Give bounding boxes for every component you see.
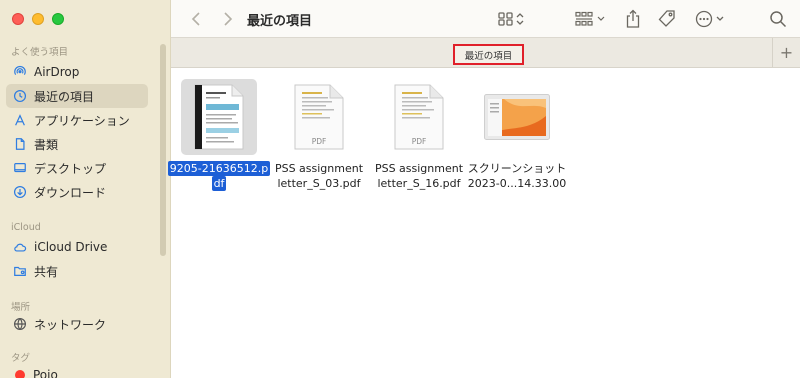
sidebar-scrollbar[interactable] [160, 44, 166, 256]
forward-button[interactable] [219, 10, 237, 28]
sidebar-item-label: ダウンロード [34, 185, 107, 200]
sidebar-item-label: 共有 [34, 264, 59, 279]
tag-button[interactable] [657, 9, 677, 29]
sidebar-item-documents[interactable]: 書類 [6, 132, 148, 156]
sidebar-item-label: 最近の項目 [34, 89, 95, 104]
view-mode-button[interactable] [498, 9, 526, 29]
tab-bar: 最近の項目 + [171, 37, 800, 68]
file-name[interactable]: スクリーンショット 2023-0...14.33.00 [465, 161, 569, 191]
back-button[interactable] [187, 10, 205, 28]
toolbar: 最近の項目 [171, 0, 800, 37]
sidebar-item-label: 書類 [34, 137, 59, 152]
file-thumbnail [479, 79, 555, 155]
minimize-button[interactable] [32, 13, 44, 25]
file-name-line1: 9205-21636512.p [167, 161, 271, 176]
file-name-line2: letter_S_03.pdf [277, 177, 361, 190]
finder-window: よく使う項目 AirDrop 最近の項目 アプリケーション 書類 デスクトップ … [0, 0, 800, 378]
sidebar-item-label: ネットワーク [34, 317, 107, 332]
main-area: 最近の項目 最近の項目 + 9205-21636512.p df PSS ass… [167, 0, 800, 378]
file-name-line2: 2023-0...14.33.00 [467, 177, 567, 190]
window-controls [12, 13, 64, 25]
file-item[interactable]: PSS assignment letter_S_16.pdf [367, 79, 471, 191]
file-item[interactable]: PSS assignment letter_S_03.pdf [267, 79, 371, 191]
pdf-preview-icon [194, 84, 244, 150]
tag-icon [658, 10, 675, 27]
section-icloud: iCloud [11, 222, 41, 233]
file-item[interactable]: スクリーンショット 2023-0...14.33.00 [465, 79, 569, 191]
clock-icon [12, 88, 28, 104]
document-icon [12, 136, 28, 152]
file-name-line1: PSS assignment [374, 162, 464, 175]
pdf-badge: PDF [411, 137, 427, 146]
file-name[interactable]: PSS assignment letter_S_03.pdf [267, 161, 371, 191]
sidebar-item-icloud-drive[interactable]: iCloud Drive [6, 235, 148, 259]
group-by-button[interactable] [575, 9, 607, 29]
desktop-icon [12, 160, 28, 176]
sidebar-item-desktop[interactable]: デスクトップ [6, 156, 148, 180]
sidebar-item-label: デスクトップ [34, 161, 107, 176]
shared-folder-icon [12, 263, 28, 279]
sidebar-item-label: Pojo [33, 368, 58, 378]
sidebar-item-shared[interactable]: 共有 [6, 259, 148, 283]
share-button[interactable] [625, 9, 641, 29]
new-tab-button[interactable]: + [772, 38, 800, 67]
sidebar-item-label: AirDrop [34, 65, 80, 79]
sidebar-item-recents[interactable]: 最近の項目 [6, 84, 148, 108]
sidebar-item-tag-pojo[interactable]: Pojo [6, 363, 148, 378]
sidebar-item-applications[interactable]: アプリケーション [6, 108, 148, 132]
file-name[interactable]: 9205-21636512.p df [167, 161, 271, 191]
file-name-line1: PSS assignment [274, 162, 364, 175]
cloud-icon [12, 239, 28, 255]
pdf-badge: PDF [311, 137, 327, 146]
section-favorites: よく使う項目 [11, 47, 69, 58]
network-icon [12, 316, 28, 332]
sidebar-item-network[interactable]: ネットワーク [6, 312, 148, 336]
grid-view-icon [498, 12, 524, 26]
screenshot-thumbnail-icon [484, 94, 550, 140]
section-locations: 場所 [11, 302, 31, 313]
tab-recents[interactable]: 最近の項目 [453, 44, 524, 65]
share-icon [626, 9, 640, 28]
file-name-line1: スクリーンショット [467, 162, 567, 175]
sidebar-item-downloads[interactable]: ダウンロード [6, 180, 148, 204]
sidebar-item-label: アプリケーション [34, 113, 130, 128]
more-actions-button[interactable] [695, 9, 727, 29]
file-name-line2: df [211, 176, 227, 191]
tag-red-dot [15, 370, 25, 378]
chevron-right-icon [224, 12, 233, 26]
window-title: 最近の項目 [247, 14, 313, 29]
sidebar-item-label: iCloud Drive [34, 240, 108, 254]
sidebar-item-airdrop[interactable]: AirDrop [6, 60, 148, 84]
close-button[interactable] [12, 13, 24, 25]
file-thumbnail [181, 79, 257, 155]
file-name-line2: letter_S_16.pdf [377, 177, 461, 190]
section-tags: タグ [11, 353, 31, 364]
download-icon [12, 184, 28, 200]
chevron-left-icon [191, 12, 200, 26]
file-item[interactable]: 9205-21636512.p df [167, 79, 271, 191]
sidebar: よく使う項目 AirDrop 最近の項目 アプリケーション 書類 デスクトップ … [0, 0, 171, 378]
search-icon [770, 11, 787, 28]
airdrop-icon [12, 64, 28, 80]
applications-icon [12, 112, 28, 128]
group-icon [575, 11, 605, 26]
file-name[interactable]: PSS assignment letter_S_16.pdf [367, 161, 471, 191]
search-button[interactable] [769, 9, 787, 29]
fullscreen-button[interactable] [52, 13, 64, 25]
ellipsis-circle-icon [695, 10, 724, 28]
